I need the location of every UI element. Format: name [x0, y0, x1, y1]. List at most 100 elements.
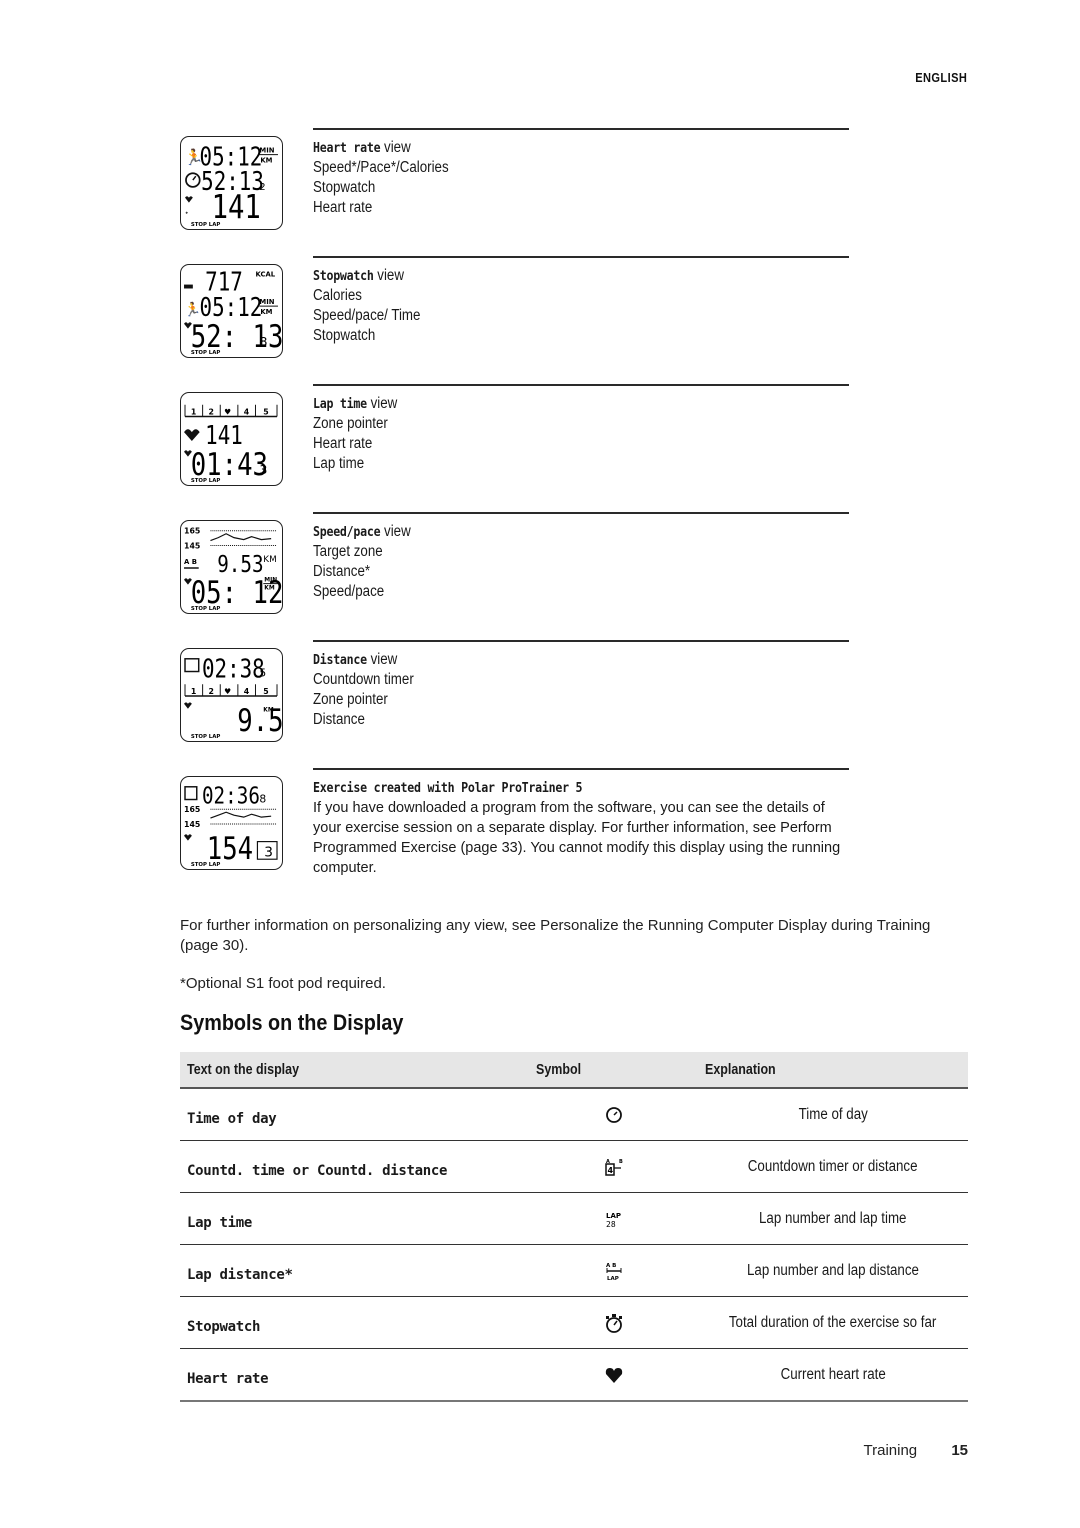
display-footer: STOP LAP — [191, 350, 221, 356]
view-description: Lap time view Zone pointer Heart rate La… — [313, 394, 853, 474]
cell-explanation: Current heart rate — [698, 1348, 968, 1402]
footnote: *Optional S1 foot pod required. — [180, 975, 386, 992]
view-line: Zone pointer — [313, 691, 388, 708]
page-number: 15 — [951, 1442, 968, 1459]
heart-icon — [185, 196, 193, 203]
display-countdown: 02:36 — [202, 783, 260, 810]
display-distance: 9.53 — [237, 702, 282, 739]
cell-explanation: Time of day — [698, 1088, 968, 1141]
language-label: ENGLISH — [914, 70, 967, 85]
svg-text:KM: KM — [263, 708, 274, 714]
view-title: Lap time — [313, 396, 367, 412]
table-row: Time of day Time of day — [180, 1088, 968, 1141]
cell-explanation: Lap number and lap distance — [698, 1244, 968, 1297]
view-description: Speed/pace view Target zone Distance* Sp… — [313, 522, 853, 602]
table-row: Lap distance* A B LAP Lap number and lap … — [180, 1244, 968, 1297]
svg-text:1: 1 — [191, 408, 196, 417]
cell-text: Lap distance* — [180, 1244, 529, 1297]
hr-trend-line — [210, 811, 272, 819]
table-row: Lap time LAP 28 Lap number and lap time — [180, 1192, 968, 1245]
svg-text:🏃: 🏃 — [184, 301, 201, 318]
unit-km: KM — [260, 156, 272, 164]
personalize-note: For further information on personalizing… — [180, 917, 931, 954]
view-line: Countdown timer — [313, 671, 414, 688]
display-footer: STOP LAP — [191, 222, 221, 228]
hr-trend-line — [210, 533, 272, 542]
svg-text:8: 8 — [259, 792, 266, 805]
zone-pointer: 1 2 ♥ 4 5 — [184, 404, 278, 418]
view-line: Zone pointer — [313, 415, 388, 432]
watch-display-lap-time: 1 2 ♥ 4 5 141 01:43 3 STOP LAP — [180, 392, 283, 486]
svg-text:4: 4 — [244, 408, 250, 417]
svg-text:A B: A B — [184, 558, 197, 566]
view-line: Distance — [313, 711, 365, 728]
watch-display-heart-rate: 🏃 05:12 MIN KM 52:13 2 141 ᐩ STOP LAP — [180, 136, 283, 230]
svg-text:5: 5 — [263, 687, 268, 696]
view-title: Exercise created with Polar ProTrainer 5 — [313, 780, 583, 796]
table-row: Countd. time or Countd. distance 4A B Cou… — [180, 1140, 968, 1193]
svg-text:5: 5 — [263, 408, 268, 417]
view-title: Distance — [313, 652, 367, 668]
view-title: Heart rate — [313, 140, 381, 156]
svg-text:8: 8 — [259, 334, 267, 349]
view-line: Stopwatch — [313, 179, 376, 196]
view-description: Heart rate view Speed*/Pace*/Calories St… — [313, 138, 853, 218]
zone-low: 145 — [184, 820, 200, 829]
lap-time-icon: LAP28 — [606, 1212, 621, 1229]
svg-text:LAP: LAP — [607, 1276, 619, 1282]
view-line: Speed*/Pace*/Calories — [313, 159, 449, 176]
heart-icon — [184, 429, 200, 441]
zone-pointer: 1 2 ♥ 4 5 — [184, 684, 278, 697]
cell-explanation: Total duration of the exercise so far — [698, 1296, 968, 1349]
symbols-table: Text on the display Symbol Explanation T… — [180, 1052, 968, 1402]
svg-text:KM: KM — [264, 586, 275, 592]
cell-text: Time of day — [180, 1088, 529, 1141]
cell-explanation: Countdown timer or distance — [698, 1140, 968, 1193]
section-title: Symbols on the Display — [180, 1010, 404, 1035]
svg-text:2: 2 — [209, 408, 214, 417]
column-header: Explanation — [698, 1052, 968, 1089]
svg-text:A B: A B — [606, 1263, 616, 1269]
view-line: Target zone — [313, 543, 383, 560]
watch-display-distance: 02:38 5 1 2 ♥ 4 5 9.53 KM STOP LAP — [180, 648, 283, 742]
view-title: Speed/pace — [313, 524, 381, 540]
countdown-icon: 4A B — [604, 1159, 623, 1176]
watch-display-programmed-exercise: 02:36 8 165 145 154 3 STOP LAP — [180, 776, 283, 870]
display-footer: STOP LAP — [191, 862, 221, 868]
svg-text:ᐩ: ᐩ — [185, 210, 188, 220]
svg-text:♥: ♥ — [224, 408, 231, 417]
divider — [313, 384, 849, 386]
svg-text:B: B — [619, 1159, 623, 1165]
svg-text:A: A — [606, 1159, 610, 1165]
zone-low: 145 — [184, 541, 200, 550]
svg-text:KM: KM — [263, 555, 276, 565]
cell-text: Countd. time or Countd. distance — [180, 1140, 529, 1193]
view-description: Distance view Countdown timer Zone point… — [313, 650, 853, 730]
svg-text:LAP: LAP — [606, 1212, 621, 1220]
view-title: Stopwatch — [313, 268, 374, 284]
page-footer: Training 15 — [864, 1442, 969, 1459]
table-row: Stopwatch Total duration of the exercise… — [180, 1296, 968, 1349]
view-line: Speed/pace — [313, 583, 385, 600]
svg-text:1: 1 — [191, 687, 196, 696]
view-line: Distance* — [313, 563, 371, 580]
display-footer: STOP LAP — [191, 478, 221, 484]
svg-text:5: 5 — [259, 666, 266, 679]
svg-text:28: 28 — [606, 1220, 616, 1229]
table-row: Heart rate Current heart rate — [180, 1348, 968, 1402]
svg-text:♥: ♥ — [224, 687, 231, 696]
watch-display-stopwatch: 717 KCAL 🏃 05:12 MIN KM 52: 13 8 STOP LA… — [180, 264, 283, 358]
display-countdown: 02:38 — [202, 654, 265, 684]
watch-display-speed-pace: 165 145 A B 9.53 KM 05: 12 MIN KM STOP L… — [180, 520, 283, 614]
phase-icon — [184, 786, 198, 801]
footer-section: Training — [863, 1442, 918, 1459]
column-header: Symbol — [529, 1052, 698, 1089]
svg-text:KM: KM — [260, 308, 272, 316]
svg-text:3: 3 — [259, 462, 267, 477]
view-line: Speed/pace/ Time — [313, 307, 421, 324]
display-footer: STOP LAP — [191, 606, 221, 612]
divider — [313, 640, 849, 642]
zone-high: 165 — [184, 805, 200, 814]
unit-kcal: KCAL — [255, 271, 275, 279]
view-line: Heart rate — [313, 199, 373, 216]
